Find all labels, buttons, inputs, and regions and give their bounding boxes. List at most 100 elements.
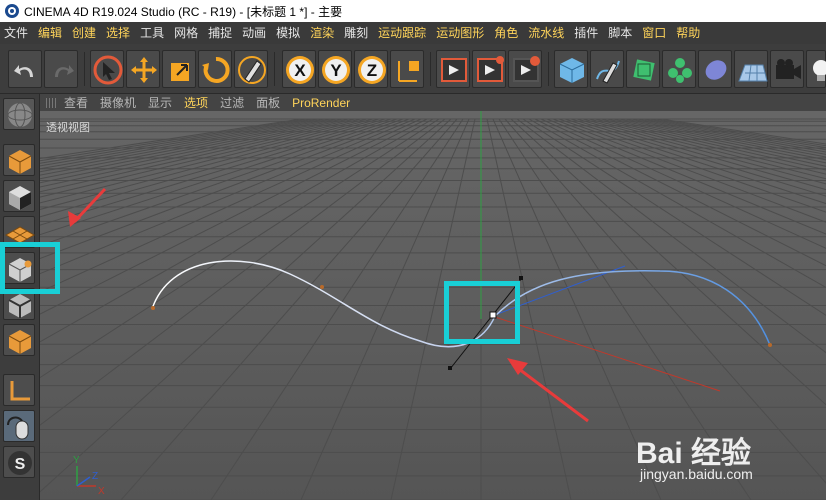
z-axis-lock-button[interactable]: Z (354, 50, 388, 88)
model-cube-icon (8, 150, 32, 174)
recent-tool-button[interactable] (234, 50, 268, 88)
menu-item[interactable]: 运动跟踪 (378, 22, 426, 44)
menu-item[interactable]: 动画 (242, 22, 266, 44)
svg-text:Z: Z (92, 471, 98, 482)
highlight-box-selected-point (444, 281, 520, 344)
menu-item[interactable]: 模拟 (276, 22, 300, 44)
move-tool-button[interactable] (126, 50, 160, 88)
menu-item[interactable]: 脚本 (608, 22, 632, 44)
texture-mode-button[interactable] (3, 180, 35, 212)
clapper-render-icon (477, 56, 504, 82)
menu-item[interactable]: 流水线 (528, 22, 564, 44)
clapper-icon (441, 58, 467, 82)
svg-text:Z: Z (367, 61, 377, 80)
undo-button[interactable] (8, 50, 42, 88)
menu-item[interactable]: 网格 (174, 22, 198, 44)
menu-item[interactable]: 捕捉 (208, 22, 232, 44)
svg-text:S: S (15, 456, 26, 473)
rotate-tool-button[interactable] (198, 50, 232, 88)
viewport-menu-item[interactable]: 摄像机 (100, 94, 136, 111)
light-button[interactable] (806, 50, 826, 88)
render-settings-button[interactable] (508, 50, 542, 88)
coordinate-system-button[interactable] (390, 50, 424, 88)
subdivision-icon (633, 59, 655, 81)
coordinate-system-icon (398, 61, 419, 82)
viewport-menu-item[interactable]: 选项 (184, 94, 208, 111)
snapping-button[interactable]: S (3, 446, 35, 478)
viewport-menu-item[interactable]: ProRender (292, 96, 350, 110)
svg-text:X: X (98, 486, 105, 497)
spline-point-2[interactable] (320, 285, 324, 289)
pen-tool-icon (238, 56, 266, 84)
svg-text:Y: Y (330, 61, 342, 80)
mouse-tweak-icon (7, 416, 29, 440)
menu-item[interactable]: 编辑 (38, 22, 62, 44)
render-settings-icon (513, 56, 540, 82)
title-bar: CINEMA 4D R19.024 Studio (RC - R19) - [未… (0, 0, 826, 22)
x-axis-lock-icon: X (286, 56, 314, 84)
make-editable-button[interactable] (3, 98, 35, 130)
watermark-url: jingyan.baidu.com (640, 466, 753, 482)
camera-icon (776, 59, 801, 79)
menu-item[interactable]: 运动图形 (436, 22, 484, 44)
panel-grip-icon[interactable] (46, 97, 58, 108)
deformer-button[interactable] (698, 50, 732, 88)
render-view-button[interactable] (436, 50, 470, 88)
polygons-mode-icon (8, 330, 32, 354)
highlight-box-points-mode (0, 242, 60, 294)
light-bulb-icon (813, 60, 826, 81)
sphere-grid-icon (7, 102, 33, 128)
menu-item[interactable]: 文件 (4, 22, 28, 44)
scale-tool-button[interactable] (162, 50, 196, 88)
window-title: CINEMA 4D R19.024 Studio (RC - R19) - [未… (24, 4, 343, 19)
polygons-mode-button[interactable] (3, 324, 35, 356)
rotate-icon (202, 56, 230, 83)
toolbar-separator (274, 52, 275, 86)
camera-button[interactable] (770, 50, 804, 88)
render-to-picture-viewer-button[interactable] (472, 50, 506, 88)
model-mode-button[interactable] (3, 144, 35, 176)
svg-text:Y: Y (73, 455, 80, 466)
menu-item[interactable]: 窗口 (642, 22, 666, 44)
menu-item[interactable]: 插件 (574, 22, 598, 44)
viewport-menu-item[interactable]: 显示 (148, 94, 172, 111)
floor-button[interactable] (734, 50, 768, 88)
toolbar-separator (430, 52, 431, 86)
viewport-menu-bar: 查看 摄像机 显示 选项 过滤 面板 ProRender (40, 94, 826, 111)
tangent-handle-start[interactable] (448, 366, 452, 370)
snap-icon: S (8, 451, 32, 475)
tweak-mode-button[interactable] (3, 410, 35, 442)
main-toolbar: X Y Z (0, 44, 826, 94)
deformer-icon (705, 60, 727, 80)
subdivision-surface-button[interactable] (626, 50, 660, 88)
y-axis-lock-icon: Y (322, 56, 350, 84)
redo-button[interactable] (44, 50, 78, 88)
tangent-handle-end[interactable] (519, 276, 523, 280)
menu-item[interactable]: 创建 (72, 22, 96, 44)
menu-item[interactable]: 选择 (106, 22, 130, 44)
cube-object-button[interactable] (554, 50, 588, 88)
viewport-menu-item[interactable]: 面板 (256, 94, 280, 111)
spline-pen-button[interactable] (590, 50, 624, 88)
menu-item[interactable]: 雕刻 (344, 22, 368, 44)
cinema4d-app-icon (5, 4, 19, 18)
menu-bar: 文件 编辑 创建 选择 工具 网格 捕捉 动画 模拟 渲染 雕刻 运动跟踪 运动图形 角色 流水线 插件 脚本窗… (0, 22, 826, 44)
menu-item[interactable]: 渲染 (310, 22, 334, 44)
spline-point-start[interactable] (151, 306, 155, 310)
live-selection-button[interactable] (90, 50, 124, 88)
viewport-menu-item[interactable]: 过滤 (220, 94, 244, 111)
left-mode-palette: S (0, 94, 40, 500)
spline-pen-icon (596, 60, 620, 84)
y-axis-lock-button[interactable]: Y (318, 50, 352, 88)
toolbar-separator (84, 52, 85, 86)
array-button[interactable] (662, 50, 696, 88)
array-icon (668, 58, 692, 83)
spline-point-end[interactable] (768, 343, 772, 347)
baidu-jingyan-watermark: Bai 经验 jingyan.baidu.com (636, 428, 826, 500)
menu-item[interactable]: 角色 (494, 22, 518, 44)
viewport-menu-item[interactable]: 查看 (64, 94, 88, 111)
menu-item[interactable]: 帮助 (676, 22, 700, 44)
menu-item[interactable]: 工具 (140, 22, 164, 44)
x-axis-lock-button[interactable]: X (282, 50, 316, 88)
axis-mode-button[interactable] (3, 374, 35, 406)
